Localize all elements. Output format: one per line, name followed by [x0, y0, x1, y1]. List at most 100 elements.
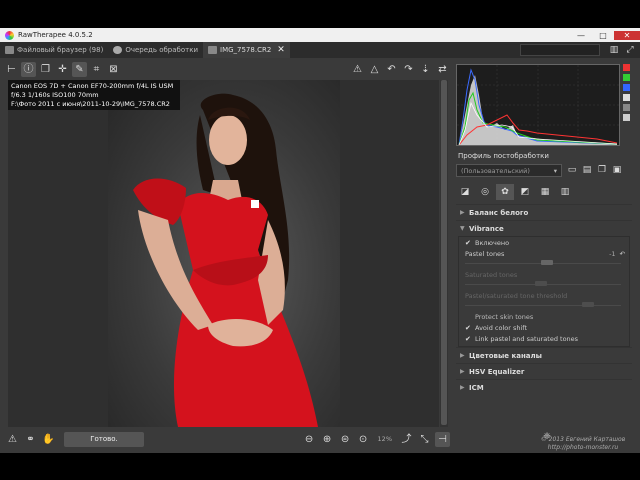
rotate-right-icon[interactable]: ↷	[401, 62, 416, 77]
exposure-tab-icon[interactable]: ◪	[456, 184, 474, 200]
top-right-icons: ▥ ⤢	[608, 44, 636, 56]
chevron-down-icon: ▾	[553, 167, 557, 175]
copy-profile-icon[interactable]: ❐	[596, 164, 608, 176]
clip-highlight-icon[interactable]: ⚠	[350, 62, 365, 77]
white-balance-section[interactable]: ▶ Баланс белого	[456, 204, 632, 220]
tab-file-browser[interactable]: Файловый браузер (98)	[0, 42, 108, 58]
profile-label: Профиль постобработки	[458, 152, 549, 160]
watermark-spacer	[528, 426, 638, 436]
info-icon[interactable]: ⓘ	[21, 61, 36, 77]
hsv-section[interactable]: ▶ HSV Equalizer	[456, 363, 632, 379]
raw-tab-icon[interactable]: ▦	[536, 184, 554, 200]
application-window: RawTherapee 4.0.5.2 — □ ✕ Файловый брауз…	[0, 28, 640, 453]
channel-mixer-title: Цветовые каналы	[469, 351, 542, 360]
open-folder-icon[interactable]: ▭	[566, 164, 578, 176]
vibrance-body: ✔ Включено Pastel tones -1 ↶ Saturated t…	[458, 236, 630, 347]
metadata-tab-icon[interactable]: ▥	[556, 184, 574, 200]
status-text: Готово.	[64, 431, 144, 447]
zoom-100-icon[interactable]: ⊙	[356, 432, 371, 447]
luminance-toggle[interactable]	[623, 94, 630, 101]
tab-editor[interactable]: IMG_7578.CR2 ✕	[203, 42, 290, 58]
link-tones-checkbox[interactable]: ✔ Link pastel and saturated tones	[459, 333, 629, 344]
tab-editor-label: IMG_7578.CR2	[220, 46, 272, 54]
rawtherapee-logo-icon	[5, 30, 14, 40]
channel-mixer-section[interactable]: ▶ Цветовые каналы	[456, 347, 632, 363]
close-window-button[interactable]: ✕	[614, 30, 640, 40]
zoom-out-icon[interactable]: ⊖	[302, 432, 317, 447]
icm-title: ICM	[469, 383, 484, 392]
watermark-author: © 2013 Евгений Карташов	[540, 436, 626, 443]
protect-skin-checkbox[interactable]: Protect skin tones	[459, 311, 629, 322]
transform-tab-icon[interactable]: ◩	[516, 184, 534, 200]
red-channel-toggle[interactable]	[623, 64, 630, 71]
close-tab-icon[interactable]: ✕	[277, 45, 285, 55]
toolbar-arrow-icon[interactable]: ⊢	[4, 62, 19, 77]
warning-icon[interactable]: ⚠	[5, 432, 20, 447]
paste-profile-icon[interactable]: ▣	[611, 164, 623, 176]
search-field[interactable]	[520, 44, 600, 56]
gear-icon	[113, 46, 123, 54]
saturated-tones-label: Saturated tones	[465, 270, 518, 279]
photo-preview[interactable]	[108, 80, 340, 427]
before-after-icon[interactable]: ❐	[38, 62, 53, 77]
image-preview[interactable]: Canon EOS 7D + Canon EF70-200mm f/4L IS …	[8, 80, 439, 427]
fullscreen-icon[interactable]: ⤢	[624, 44, 636, 56]
avoid-shift-checkbox[interactable]: ✔ Avoid color shift	[459, 322, 629, 333]
expanded-triangle-icon: ▼	[460, 225, 465, 232]
saturated-tones-slider[interactable]	[465, 280, 621, 290]
threshold-row: Pastel/saturated tone threshold	[459, 290, 629, 301]
pastel-tones-label: Pastel tones	[465, 249, 505, 258]
raw-toggle[interactable]	[623, 104, 630, 111]
crosshair-icon[interactable]: ✛	[55, 62, 70, 77]
color-tab-icon[interactable]: ✿	[496, 184, 514, 200]
profile-select[interactable]: (Пользовательский) ▾	[456, 164, 562, 177]
checkmark-icon: ✔	[465, 323, 471, 332]
minimize-button[interactable]: —	[570, 31, 592, 40]
link-icon[interactable]: ⚭	[23, 432, 38, 447]
exif-path: F:\Фото 2011 с июня\2011-10-29\IMG_7578.…	[11, 100, 170, 108]
histogram-channel-buttons	[623, 64, 631, 121]
zoom-fit-icon[interactable]: ⊜	[338, 432, 353, 447]
save-profile-icon[interactable]: ▤	[581, 164, 593, 176]
fullscreen-toggle-icon[interactable]: ⤡	[417, 432, 432, 447]
detail-tab-icon[interactable]: ◎	[476, 184, 494, 200]
watermark-url: http://photo-monster.ru	[547, 444, 619, 451]
reset-icon[interactable]: ↶	[620, 250, 625, 258]
threshold-slider[interactable]	[465, 301, 621, 311]
scrollbar-thumb[interactable]	[441, 80, 447, 425]
blue-channel-toggle[interactable]	[623, 84, 630, 91]
flip-vertical-icon[interactable]: ⇣	[418, 62, 433, 77]
rotate-left-icon[interactable]: ↶	[384, 62, 399, 77]
vibrance-enabled-label: Включено	[475, 238, 510, 247]
protect-skin-label: Protect skin tones	[475, 312, 534, 321]
window-title: RawTherapee 4.0.5.2	[18, 31, 93, 39]
vibrance-enabled-checkbox[interactable]: ✔ Включено	[459, 237, 629, 248]
maximize-button[interactable]: □	[592, 31, 614, 40]
collapsed-triangle-icon: ▶	[460, 384, 465, 391]
clip-shadow-icon[interactable]: △	[367, 62, 382, 77]
slider-knob[interactable]	[535, 281, 548, 286]
preview-scrollbar[interactable]	[440, 80, 448, 427]
book-icon[interactable]: ▥	[608, 44, 620, 56]
title-bar: RawTherapee 4.0.5.2 — □ ✕	[0, 28, 640, 42]
crop-icon[interactable]: ⌗	[89, 62, 104, 77]
icm-section[interactable]: ▶ ICM	[456, 379, 632, 395]
detail-window-icon[interactable]: ⤴	[399, 432, 414, 447]
threshold-label: Pastel/saturated tone threshold	[465, 291, 568, 300]
slider-knob[interactable]	[582, 302, 594, 307]
green-channel-toggle[interactable]	[623, 74, 630, 81]
vibrance-section[interactable]: ▼ Vibrance	[456, 220, 632, 236]
exif-settings: f/6.3 1/160s ISO100 70mm	[11, 91, 99, 99]
profile-value: (Пользовательский)	[461, 167, 530, 175]
pastel-tones-slider[interactable]	[465, 259, 621, 269]
toggle-panel-icon[interactable]: ⊣	[435, 431, 450, 447]
collapsed-triangle-icon: ▶	[460, 209, 465, 216]
slider-knob[interactable]	[541, 260, 554, 265]
zoom-in-icon[interactable]: ⊕	[320, 432, 335, 447]
color-picker-icon[interactable]: ✎	[72, 61, 87, 77]
hand-icon[interactable]: ✋	[41, 432, 56, 447]
tab-queue[interactable]: Очередь обработки	[108, 42, 203, 58]
bar-toggle[interactable]	[623, 114, 630, 121]
straighten-icon[interactable]: ⊠	[106, 62, 121, 77]
flip-horizontal-icon[interactable]: ⇄	[435, 62, 450, 77]
